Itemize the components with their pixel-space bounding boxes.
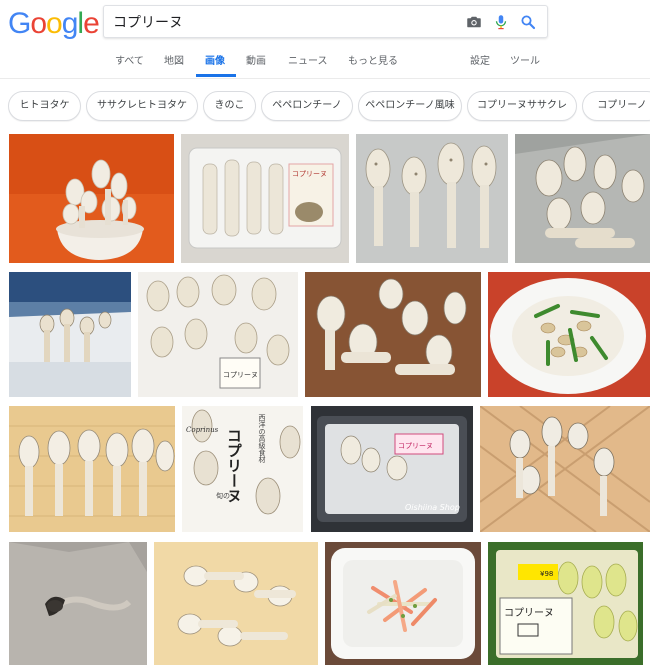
tab-more[interactable]: もっと見る [348,54,398,70]
settings-link[interactable]: 設定 [470,54,490,70]
image-result[interactable] [9,272,131,397]
logo-letter: o [46,7,63,40]
chip-peperoncino-flavor[interactable]: ペペロンチーノ風味 [358,91,462,121]
chip-coprino[interactable]: コプリーノ [582,91,650,121]
search-box[interactable] [103,5,548,38]
sauteed-mushroom-dish-image [488,272,650,397]
mushroom-bowl-image [9,134,174,263]
image-result[interactable]: Coprinus コプリーヌ 西洋の高級食材 旬の [182,406,303,532]
active-tab-indicator [196,74,236,77]
tab-videos[interactable]: 動画 [246,54,266,70]
pack-label-text: コプリーヌ [292,170,327,178]
image-result[interactable] [480,406,650,532]
image-result[interactable] [488,272,650,397]
logo-letter: G [8,7,31,40]
ad-note-text: 旬の [216,491,230,500]
mushroom-tray-image [515,134,650,263]
label-text: コプリーヌ [223,371,258,379]
tab-images[interactable]: 画像 [205,54,225,70]
chip-sasakure-hitoyotake[interactable]: ササクレヒトヨタケ [86,91,198,121]
tab-all[interactable]: すべて [115,54,144,70]
mushroom-pack-image: コプリーヌ [181,134,349,263]
image-result[interactable] [9,542,147,665]
tools-link[interactable]: ツール [510,54,540,70]
camera-icon[interactable] [465,13,483,31]
coprinus-ad-image: Coprinus コプリーヌ 西洋の高級食材 旬の [182,406,303,532]
chip-hitoyotake[interactable]: ヒトヨタケ [8,91,81,121]
four-mushrooms-image [356,134,508,263]
ad-side-text: 西洋の高級食材 [258,414,266,463]
image-result[interactable]: ¥98 コプリーヌ [488,542,643,665]
logo-letter: o [30,7,47,40]
chip-peperoncino[interactable]: ペペロンチーノ [261,91,353,121]
image-result[interactable] [325,542,481,665]
packed-mushrooms-shop-image: コプリーヌ Oishiina Shop [311,406,473,532]
pack-label-text: コプリーヌ [504,607,554,619]
search-icon[interactable] [519,13,537,31]
tab-maps[interactable]: 地図 [164,54,184,70]
image-result[interactable] [9,134,174,263]
tab-news[interactable]: ニュース [288,54,328,70]
labeled-mushroom-pack-image: ¥98 コプリーヌ [488,542,643,665]
image-result[interactable]: コプリーヌ Oishiina Shop [311,406,473,532]
image-result[interactable] [515,134,650,263]
image-result[interactable] [154,542,318,665]
microphone-icon[interactable] [492,13,510,31]
mushroom-basket-image [9,272,131,397]
image-result[interactable] [9,406,175,532]
image-result[interactable]: コプリーヌ [181,134,349,263]
image-result[interactable]: コプリーヌ [138,272,298,397]
logo-letter: e [83,7,100,40]
mushrooms-on-mat-image [9,406,175,532]
google-logo[interactable]: Google [8,7,100,41]
mushrooms-on-weave-image [480,406,650,532]
logo-letter: g [61,7,79,40]
search-input[interactable] [113,12,443,32]
search-tabs: すべて 地図 画像 動画 ニュース もっと見る 設定 ツール [0,54,650,78]
chip-kinoko[interactable]: きのこ [203,91,256,121]
mushrooms-cream-background-image [154,542,318,665]
salad-plate-image [325,542,481,665]
ad-brand-text: Coprinus [186,426,219,434]
image-result[interactable] [305,272,481,397]
tabs-divider [0,78,650,79]
related-search-chips: ヒトヨタケ ササクレヒトヨタケ きのこ ペペロンチーノ ペペロンチーノ風味 コプ… [0,91,650,123]
chip-coprinus-sasakure[interactable]: コプリーヌササクレ [467,91,577,121]
price-tag-text: ¥98 [540,570,553,578]
watermark-text: Oishiina Shop [405,503,460,512]
mushrooms-on-cloth-image [305,272,481,397]
image-result[interactable] [356,134,508,263]
pack-label-text: コプリーヌ [398,442,433,450]
dried-mushroom-on-stone-image [9,542,147,665]
mushroom-bag-label-image: コプリーヌ [138,272,298,397]
